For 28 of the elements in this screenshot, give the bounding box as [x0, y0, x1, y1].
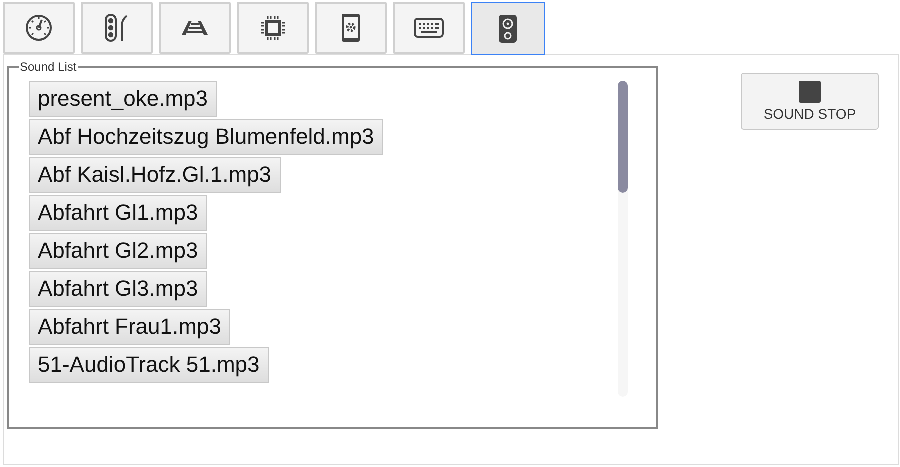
sound-item[interactable]: Abfahrt Gl1.mp3 — [29, 195, 208, 231]
sound-item[interactable]: Abf Kaisl.Hofz.Gl.1.mp3 — [29, 157, 281, 193]
chip-icon — [259, 14, 287, 42]
tab[interactable] — [237, 2, 309, 54]
tab[interactable] — [3, 2, 75, 54]
speaker-icon — [499, 14, 517, 42]
scrollbar[interactable] — [618, 81, 628, 397]
tab[interactable] — [159, 2, 231, 54]
tab[interactable] — [315, 2, 387, 54]
sound-item[interactable]: Abfahrt Gl3.mp3 — [29, 271, 208, 307]
stop-icon — [799, 81, 821, 103]
sound-item[interactable]: Abf Hochzeitszug Blumenfeld.mp3 — [29, 119, 384, 155]
sound-item[interactable]: present_oke.mp3 — [29, 81, 217, 117]
phone-settings-icon — [341, 13, 361, 43]
traffic-light-icon — [104, 14, 130, 42]
tab[interactable] — [393, 2, 465, 54]
keyboard-icon — [414, 18, 444, 38]
gauge-icon — [25, 14, 53, 42]
scrollbar-thumb[interactable] — [618, 81, 628, 193]
sound-item[interactable]: Abfahrt Gl2.mp3 — [29, 233, 208, 269]
tab[interactable] — [471, 2, 545, 55]
sound-item[interactable]: 51-AudioTrack 51.mp3 — [29, 347, 269, 383]
button-label: SOUND STOP — [764, 107, 856, 122]
rail-track-icon — [180, 19, 210, 37]
sound-stop-button[interactable]: SOUND STOP — [741, 73, 879, 130]
tab[interactable] — [81, 2, 153, 54]
sound-item[interactable]: Abfahrt Frau1.mp3 — [29, 309, 230, 345]
panel-title: Sound List — [19, 61, 78, 73]
